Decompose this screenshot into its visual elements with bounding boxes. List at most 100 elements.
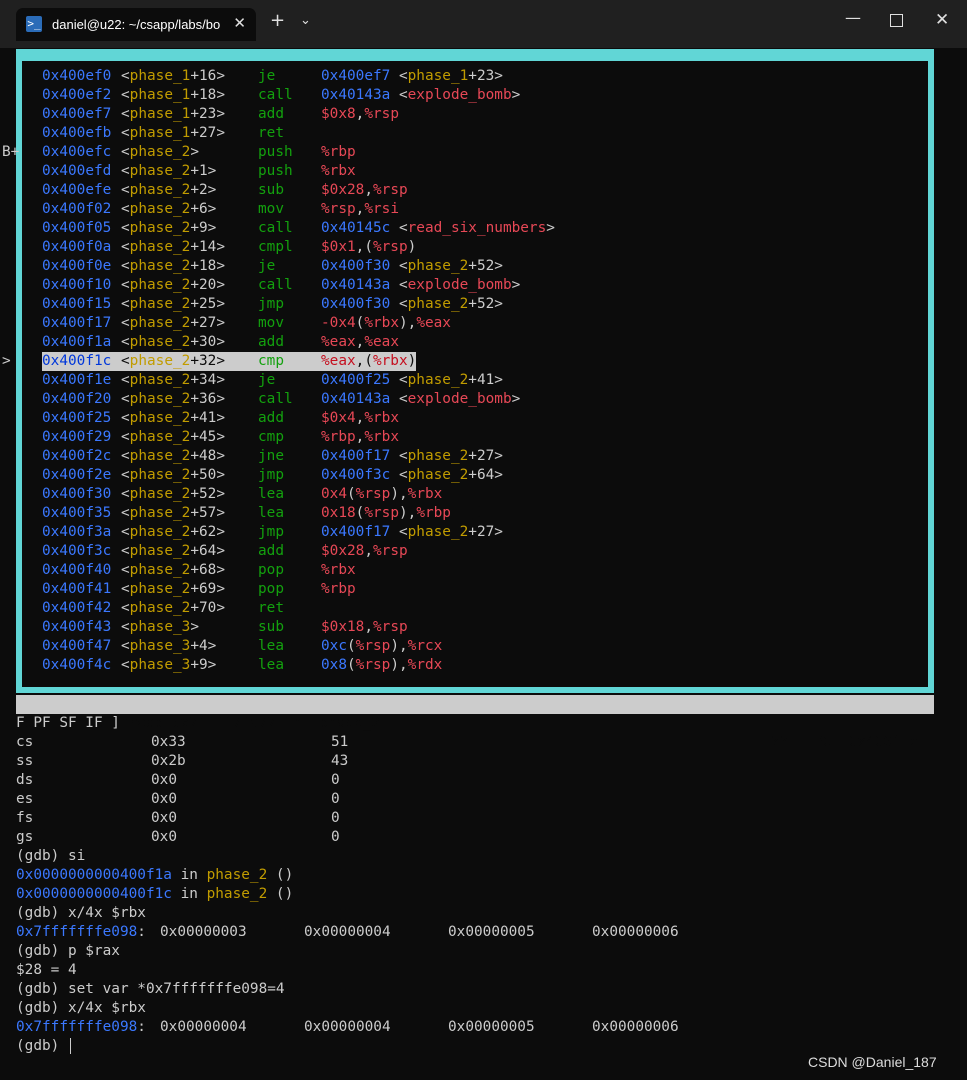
instruction-address: 0x400f30 [42,486,112,502]
angle-open: < [121,68,130,84]
location-in: in [171,886,207,902]
operand-token: ( [355,315,365,331]
instruction-address: 0x400ef2 [42,87,112,103]
function-name: phase_2 [129,220,191,236]
operand-token: phase_1 [407,68,469,84]
offset: +18> [190,258,225,274]
operand-token: %rbx [321,163,356,179]
instruction-address: 0x400f2e [42,467,112,483]
console-text: (gdb) x/4x $rbx [16,905,146,921]
asm-line: B+ 0x400efc <phase_2> push %rbp [2,143,555,162]
asm-line-content: 0x400f2e <phase_2+50> jmp 0x400f3c <phase_2… [42,466,503,485]
register-name: ds [16,772,34,788]
operand-token: phase_2 [407,524,469,540]
minimize-button[interactable]: — [845,8,861,27]
gdb-command-area[interactable]: F PF SF IF ] cs 0x33 51 ss 0x2b 43 ds 0x0 0 es 0x0… [16,714,946,1056]
terminal-content[interactable]: 0x400ef0 <phase_1+16> je 0x400ef7 <phase_1+… [2,48,967,1080]
operand-token: 0x40143a [321,277,391,293]
operand-token: < [390,277,408,293]
instruction-address: 0x400efd [42,163,112,179]
operand-token: ), [398,505,417,521]
mnemonic: je [258,68,276,84]
instruction-address: 0x400f29 [42,429,112,445]
angle-open: < [121,144,130,160]
operand-token: > [511,391,521,407]
offset: +9> [190,657,217,673]
symbol-offset: <phase_2+50> [121,466,258,485]
symbol-offset: <phase_2+70> [121,599,258,618]
asm-line-content: 0x400f10 <phase_2+20> call 0x40143a <explod… [42,276,520,295]
operand-token: , [355,429,365,445]
operands: %eax,%eax [321,333,399,352]
asm-line: 0x400ef0 <phase_1+16> je 0x400ef7 <phase_1+… [2,67,555,86]
operand-token: , [364,619,373,635]
function-name: phase_1 [129,125,191,141]
angle-open: < [121,410,130,426]
console-text: (gdb) set var *0x7fffffffe098=4 [16,981,285,997]
operand-token: $0x4 [321,410,356,426]
offset: +25> [190,296,225,312]
operand-token: ( [347,486,356,502]
maximize-button[interactable] [890,14,903,27]
operand-token: 0x400f17 [321,448,391,464]
operand-token: 0x40145c [321,220,391,236]
asm-line: 0x400f3a <phase_2+62> jmp 0x400f17 <phase_2… [2,523,555,542]
offset: +20> [190,277,225,293]
operand-token: +27> [468,524,503,540]
register-dec: 0 [331,810,340,826]
operands: 0x4(%rsp),%rbx [321,485,442,504]
offset: +23> [190,106,225,122]
gdb-status-bar: multi-thre Thread 0x7ffff7fa77 In: phase… [16,695,934,750]
register-row: gs 0x0 0 [16,828,946,847]
instruction-address: 0x400efc [42,144,112,160]
asm-line-content: 0x400f4c <phase_3+9> lea 0x8(%rsp),%rdx [42,656,442,675]
terminal-tab[interactable]: >_ daniel@u22: ~/csapp/labs/bo ✕ [16,8,256,41]
instruction-address: 0x400f05 [42,220,112,236]
chevron-down-icon[interactable]: ⌄ [300,13,311,28]
function-name: phase_2 [129,467,191,483]
mnemonic: add [258,543,284,559]
function-name: phase_2 [129,182,191,198]
symbol-offset: <phase_2+62> [121,523,258,542]
console-line: (gdb) x/4x $rbx [16,999,946,1018]
mnemonic: jne [258,448,284,464]
close-tab-icon[interactable]: ✕ [233,14,246,32]
register-row: es 0x0 0 [16,790,946,809]
instruction-address: 0x400f40 [42,562,112,578]
asm-line: 0x400f43 <phase_3> sub $0x18,%rsp [2,618,555,637]
operand-token: ), [398,315,417,331]
symbol-offset: <phase_1+23> [121,105,258,124]
instruction-address: 0x400f1e [42,372,112,388]
asm-line-content: 0x400f3a <phase_2+62> jmp 0x400f17 <phase_2… [42,523,503,542]
mnemonic: call [258,220,293,236]
close-window-button[interactable]: ✕ [935,10,949,30]
operands: 0x400f30 <phase_2+52> [321,295,503,314]
operand-token: +64> [468,467,503,483]
mnemonic: ret [258,600,284,616]
operand-token: $0x28 [321,543,365,559]
asm-line: 0x400efe <phase_2+2> sub $0x28,%rsp [2,181,555,200]
mnemonic: lea [258,657,284,673]
instruction-address: 0x400f47 [42,638,112,654]
function-name: phase_2 [129,258,191,274]
new-tab-button[interactable]: + [270,10,285,31]
prompt-line[interactable]: (gdb) [16,1037,946,1056]
mnemonic: pop [258,562,284,578]
angle-open: < [121,163,130,179]
asm-line: 0x400f25 <phase_2+41> add $0x4,%rbx [2,409,555,428]
register-hex: 0x33 [151,734,186,750]
function-name: phase_3 [129,638,191,654]
function-name: phase_2 [129,429,191,445]
asm-line: 0x400f41 <phase_2+69> pop %rbp [2,580,555,599]
offset: +41> [190,410,225,426]
offset: +18> [190,87,225,103]
mnemonic: push [258,144,293,160]
operands: $0x8,%rsp [321,105,399,124]
symbol-offset: <phase_2+48> [121,447,258,466]
operands: %rbp [321,143,356,162]
instruction-address: 0x400f02 [42,201,112,217]
asm-line: 0x400f42 <phase_2+70> ret [2,599,555,618]
location-function: phase_2 [206,886,268,902]
memory-colon: : [137,1019,146,1035]
operand-token: 0xc [321,638,347,654]
